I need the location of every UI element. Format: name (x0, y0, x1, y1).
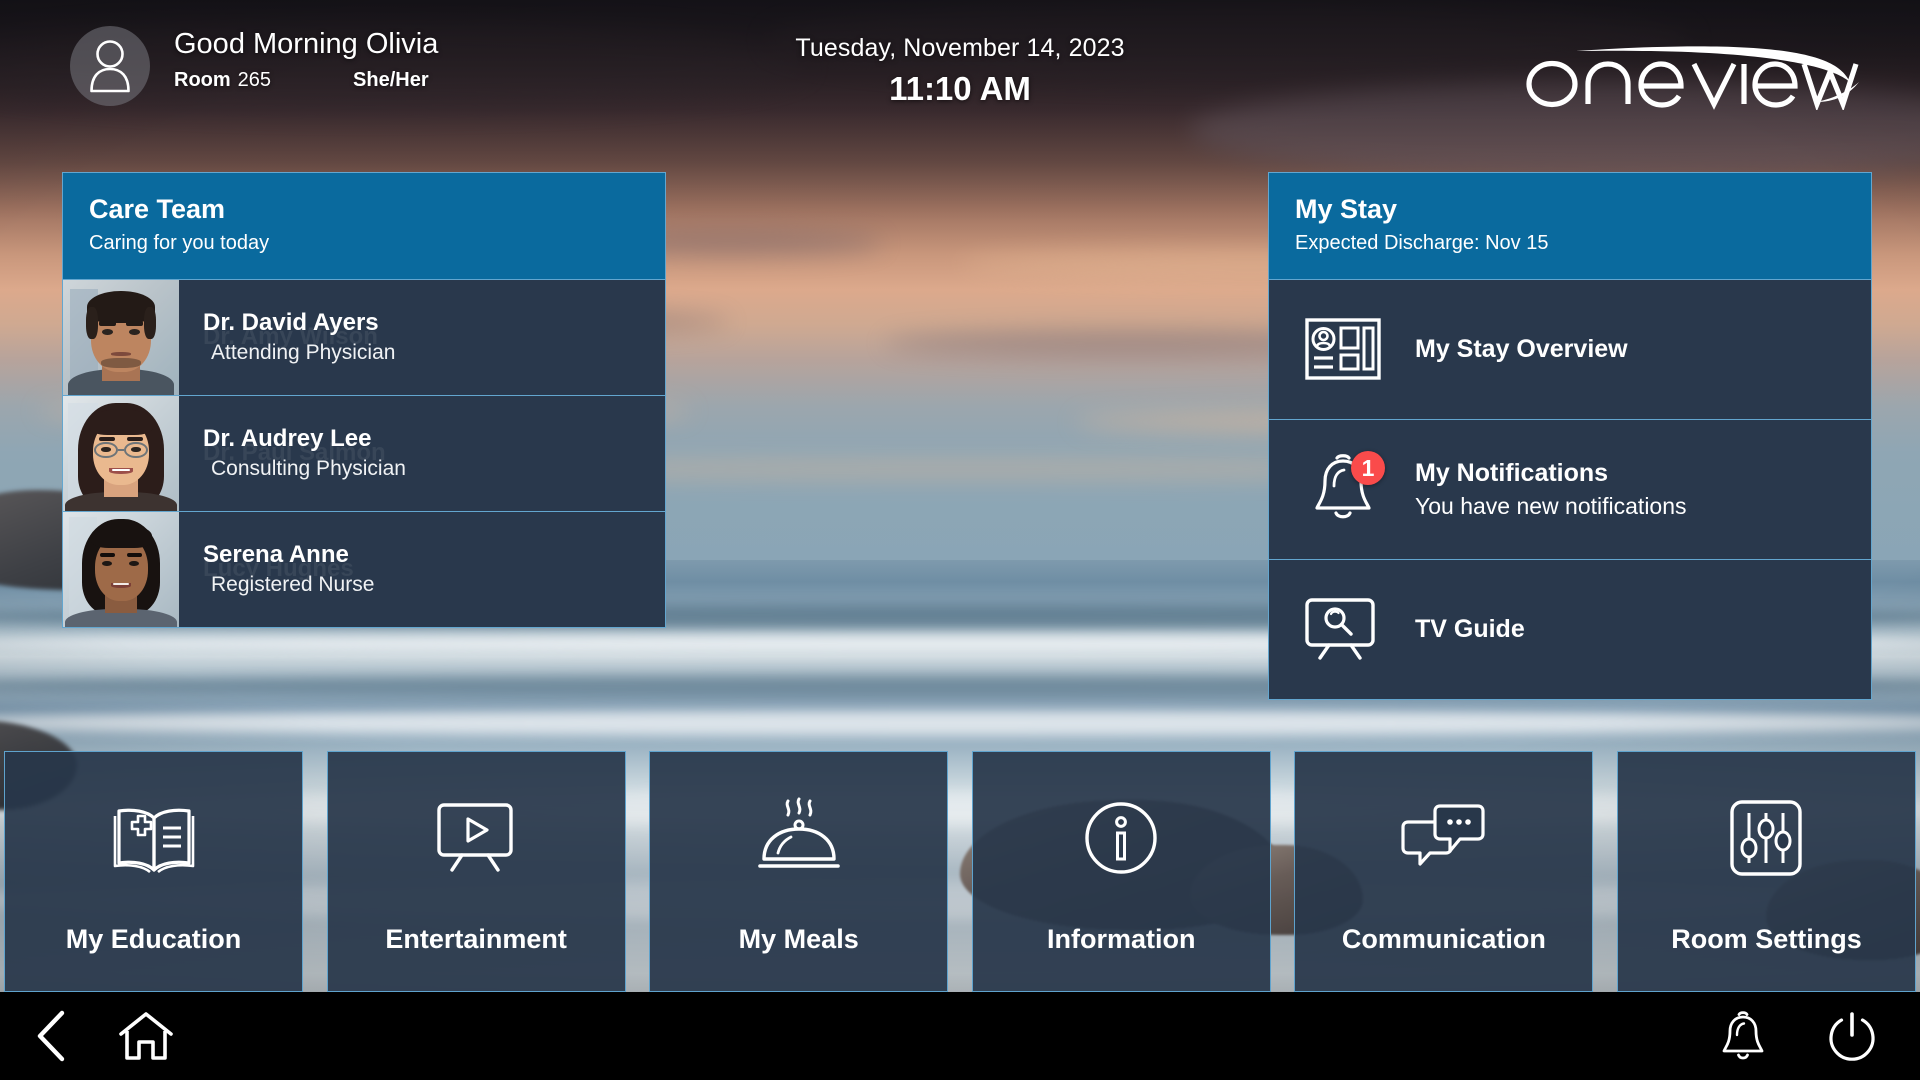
my-notifications-row[interactable]: 1 My Notifications You have new notifica… (1269, 418, 1871, 559)
care-member-name: Serena Anne (203, 540, 349, 568)
avatar (63, 511, 179, 627)
care-team-member-row[interactable]: Dr. Paul Salmon Dr. Audrey Lee Consultin… (63, 394, 665, 511)
care-member-name: Dr. Audrey Lee (203, 424, 372, 452)
info-circle-icon (1083, 796, 1159, 880)
my-stay-subtitle: Expected Discharge: Nov 15 (1295, 231, 1549, 254)
my-stay-header: My Stay Expected Discharge: Nov 15 (1269, 173, 1871, 279)
care-team-member-row[interactable]: Lucy Hughes Serena Anne Registered Nurse (63, 510, 665, 627)
my-stay-title: My Stay (1295, 194, 1398, 224)
tile-label: Communication (1341, 924, 1546, 954)
my-stay-row-title: TV Guide (1415, 615, 1525, 644)
home-icon (119, 1012, 173, 1060)
food-cloche-icon (756, 796, 842, 880)
care-team-subtitle: Caring for you today (89, 231, 270, 254)
tile-label: Entertainment (385, 924, 567, 954)
my-stay-row-title: My Notifications (1415, 459, 1609, 488)
power-icon (1829, 1012, 1875, 1061)
tile-label: My Meals (738, 924, 859, 954)
quick-access-tiles: My Education Entertainment My Meals Info… (0, 751, 1920, 992)
notifications-button[interactable] (1720, 1010, 1766, 1062)
patient-room-home-screen: Good Morning Olivia Room 265 She/Her Tue… (0, 0, 1920, 1080)
my-stay-panel: My Stay Expected Discharge: Nov 15 My St… (1268, 172, 1872, 700)
power-button[interactable] (1826, 1010, 1878, 1062)
care-team-member-row[interactable]: Dr. Amy Wilson Dr. David Ayers Attending… (63, 278, 665, 395)
tile-label: My Education (65, 924, 242, 954)
avatar (63, 395, 179, 511)
my-stay-overview-row[interactable]: My Stay Overview (1269, 278, 1871, 419)
care-team-panel: Care Team Caring for you today Dr. Amy W… (62, 172, 666, 628)
current-time: 11:10 AM (889, 70, 1031, 107)
pronouns: She/Her (353, 69, 429, 92)
date-time: Tuesday, November 14, 2023 11:10 AM (795, 34, 1124, 108)
room-number: 265 (237, 69, 272, 92)
bottom-navigation-bar (0, 992, 1920, 1080)
care-member-role: Attending Physician (211, 341, 396, 365)
home-button[interactable] (118, 1009, 174, 1063)
my-stay-row-title: My Stay Overview (1415, 335, 1628, 364)
care-member-name: Dr. David Ayers (203, 308, 379, 336)
room-label: Room (174, 69, 231, 92)
back-button[interactable] (30, 1008, 74, 1064)
notification-badge: 1 (1351, 451, 1385, 486)
tile-information[interactable]: Information (971, 751, 1271, 992)
avatar (70, 26, 150, 106)
dashboard-icon (1299, 318, 1387, 380)
person-icon (90, 40, 130, 93)
care-member-role: Registered Nurse (211, 573, 375, 597)
tile-entertainment[interactable]: Entertainment (326, 751, 626, 992)
tile-my-education[interactable]: My Education (4, 751, 303, 992)
tile-my-meals[interactable]: My Meals (649, 751, 949, 992)
tile-communication[interactable]: Communication (1294, 751, 1594, 992)
greeting-text: Good Morning Olivia (174, 28, 439, 60)
chat-bubbles-icon (1400, 796, 1488, 880)
bell-icon (1722, 1011, 1764, 1060)
my-stay-row-subtitle: You have new notifications (1415, 493, 1687, 520)
patient-profile[interactable]: Good Morning Olivia Room 265 She/Her (70, 26, 438, 106)
current-date: Tuesday, November 14, 2023 (795, 34, 1125, 62)
sliders-icon (1728, 796, 1804, 880)
tv-search-icon (1299, 597, 1387, 661)
tv-guide-row[interactable]: TV Guide (1269, 558, 1871, 699)
back-icon (37, 1010, 65, 1062)
care-member-role: Consulting Physician (211, 457, 406, 481)
tile-label: Information (1047, 924, 1196, 954)
header: Good Morning Olivia Room 265 She/Her Tue… (0, 0, 1920, 140)
tile-label: Room Settings (1671, 924, 1862, 954)
care-team-title: Care Team (89, 194, 226, 224)
care-team-header: Care Team Caring for you today (63, 173, 665, 279)
book-medical-icon (109, 796, 199, 880)
bell-icon: 1 (1299, 451, 1387, 525)
tile-room-settings[interactable]: Room Settings (1616, 751, 1916, 992)
tv-play-icon (433, 796, 519, 880)
oneview-logo (1518, 30, 1868, 110)
avatar (63, 279, 179, 395)
oneview-logo-mark (1526, 46, 1859, 110)
